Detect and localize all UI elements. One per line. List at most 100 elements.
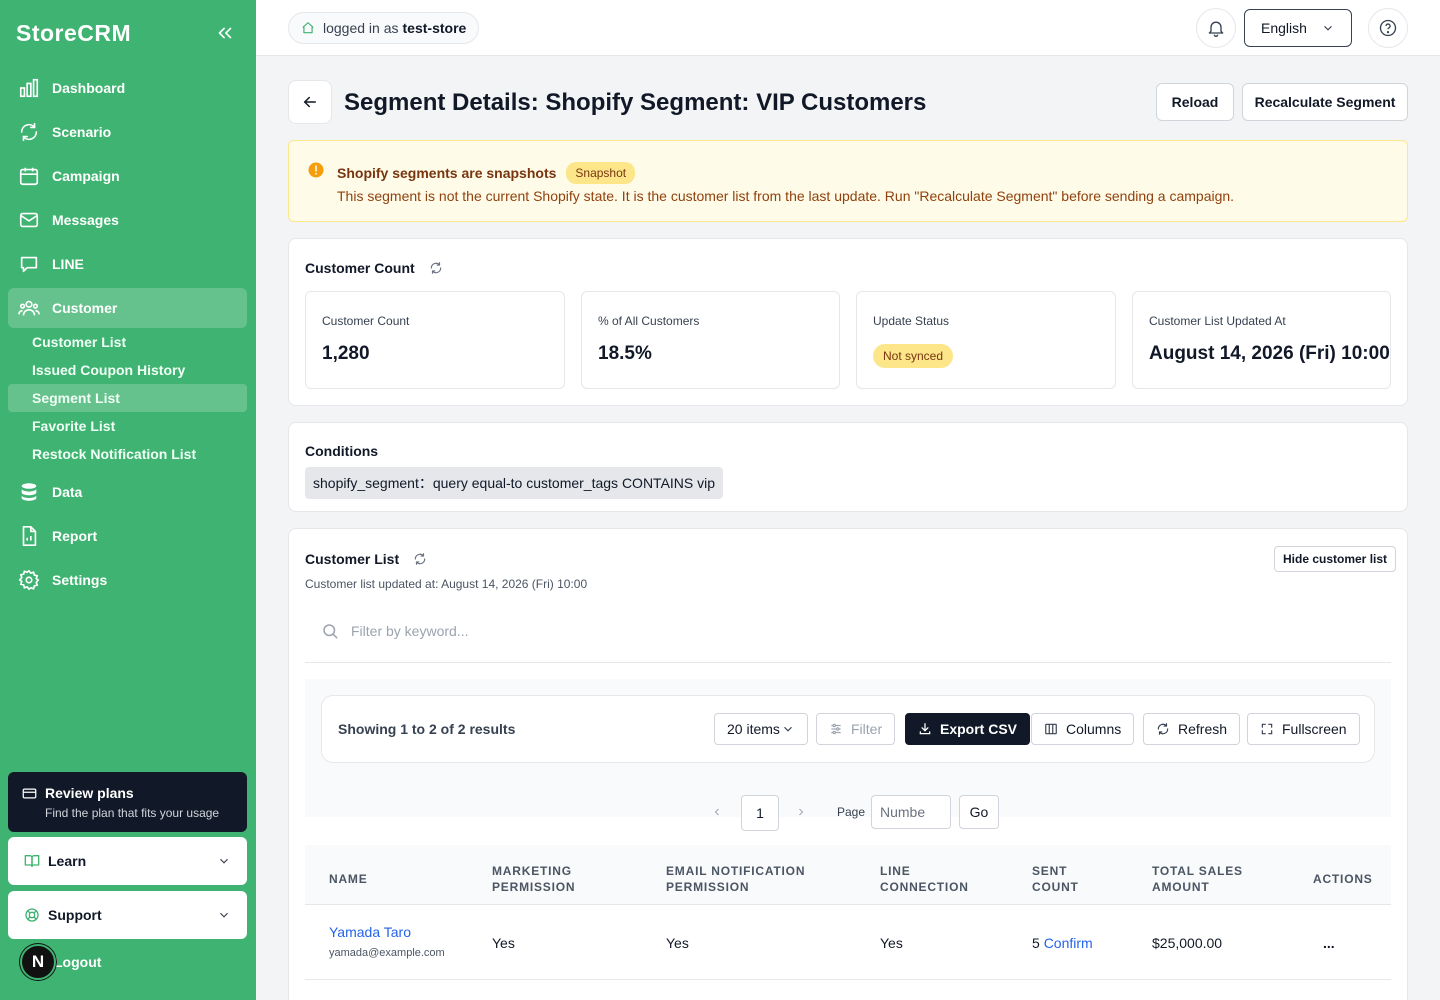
help-button[interactable] xyxy=(1368,8,1408,48)
support-accordion[interactable]: Support xyxy=(8,891,247,939)
card-title: Customer List xyxy=(305,551,400,567)
header-line: MARKETING xyxy=(492,864,572,878)
header-line: SENT xyxy=(1032,864,1068,878)
mail-icon xyxy=(18,209,40,231)
export-csv-label: Export CSV xyxy=(940,721,1018,737)
sent-count-confirm-link[interactable]: Confirm xyxy=(1044,935,1093,951)
sidebar-item-messages[interactable]: Messages xyxy=(8,200,247,240)
file-chart-icon xyxy=(18,525,40,547)
learn-accordion[interactable]: Learn xyxy=(8,837,247,885)
chevron-right-icon xyxy=(799,808,804,816)
info-icon xyxy=(307,161,325,182)
column-header-actions: ACTIONS xyxy=(1313,872,1373,886)
chevron-down-icon xyxy=(217,908,231,922)
sidebar-item-label: Report xyxy=(52,528,98,544)
sidebar-item-campaign[interactable]: Campaign xyxy=(8,156,247,196)
top-bar: logged in as test-store English xyxy=(256,0,1440,56)
sidebar-item-scenario[interactable]: Scenario xyxy=(8,112,247,152)
next-page-button[interactable] xyxy=(795,795,807,829)
refresh-button[interactable]: Refresh xyxy=(1143,713,1241,745)
stat-label: Customer List Updated At xyxy=(1149,314,1286,328)
page-size-select[interactable]: 20 items xyxy=(714,713,808,745)
sidebar-item-label: LINE xyxy=(52,256,84,272)
refresh-icon[interactable] xyxy=(429,261,443,275)
page-number-current[interactable]: 1 xyxy=(741,795,779,831)
card-title: Conditions xyxy=(305,443,379,459)
reload-button[interactable]: Reload xyxy=(1156,83,1234,121)
sidebar-item-label: Customer xyxy=(52,300,118,316)
collapse-sidebar-icon[interactable] xyxy=(214,22,236,44)
customer-name-link[interactable]: Yamada Taro xyxy=(329,924,411,940)
fullscreen-button[interactable]: Fullscreen xyxy=(1247,713,1360,745)
users-icon xyxy=(18,297,40,319)
filter-button[interactable]: Filter xyxy=(816,713,896,745)
go-button[interactable]: Go xyxy=(959,795,999,829)
page-number-input[interactable]: Numbe xyxy=(871,795,951,829)
sidebar-item-settings[interactable]: Settings xyxy=(8,560,247,600)
sidebar-subitem-customer-list[interactable]: Customer List xyxy=(8,328,247,356)
table-toolbar: Showing 1 to 2 of 2 results 20 items Fil… xyxy=(321,695,1375,763)
sidebar-item-data[interactable]: Data xyxy=(8,472,247,512)
bell-icon xyxy=(1208,21,1224,37)
notifications-button[interactable] xyxy=(1196,8,1236,48)
logout-label: Logout xyxy=(54,954,102,970)
help-circle-icon xyxy=(1379,19,1397,37)
sidebar-item-label: Dashboard xyxy=(52,80,126,96)
sidebar-item-label: Data xyxy=(52,484,83,500)
columns-icon xyxy=(1045,723,1057,735)
refresh-icon xyxy=(1157,723,1169,735)
stat-label: Update Status xyxy=(873,314,950,328)
brand-logo: StoreCRM xyxy=(16,20,132,46)
review-plans-card[interactable]: Review plans Find the plan that fits you… xyxy=(8,772,247,832)
refresh-label: Refresh xyxy=(1178,721,1228,737)
line-connection-value: Yes xyxy=(880,935,903,951)
repeat-icon xyxy=(18,121,40,143)
header-line: EMAIL NOTIFICATION xyxy=(666,864,806,878)
header-line: CONNECTION xyxy=(880,880,969,894)
sidebar-subitem-favorite-list[interactable]: Favorite List xyxy=(8,412,247,440)
sidebar-subitem-issued-coupon-history[interactable]: Issued Coupon History xyxy=(8,356,247,384)
column-header-line-connection: LINE CONNECTION xyxy=(880,863,969,895)
customer-email: yamada@example.com xyxy=(329,947,445,959)
marketing-permission-value: Yes xyxy=(492,935,515,951)
row-actions-button[interactable]: ... xyxy=(1323,935,1335,951)
total-sales-value: $25,000.00 xyxy=(1152,935,1223,951)
export-csv-button[interactable]: Export CSV xyxy=(905,713,1031,745)
header-line: TOTAL SALES xyxy=(1152,864,1243,878)
stat-customer-count: Customer Count 1,280 xyxy=(305,291,565,389)
learn-label: Learn xyxy=(48,853,87,869)
sidebar-item-line[interactable]: LINE xyxy=(8,244,247,284)
sidebar-subitem-restock-notification-list[interactable]: Restock Notification List xyxy=(8,440,247,468)
login-status-pill: logged in as test-store xyxy=(288,12,480,44)
sidebar-item-report[interactable]: Report xyxy=(8,516,247,556)
sidebar-item-customer[interactable]: Customer xyxy=(8,288,247,328)
stat-value: 1,280 xyxy=(322,343,370,364)
back-button[interactable] xyxy=(288,80,332,124)
recalculate-segment-button[interactable]: Recalculate Segment xyxy=(1242,83,1408,121)
review-plans-title: Review plans xyxy=(45,785,134,801)
gear-icon xyxy=(18,569,40,591)
results-count: Showing 1 to 2 of 2 results xyxy=(338,721,516,737)
calendar-icon xyxy=(18,165,40,187)
home-icon xyxy=(302,22,314,34)
stat-label: Customer Count xyxy=(322,314,410,328)
hide-customer-list-button[interactable]: Hide customer list xyxy=(1274,546,1397,572)
stat-update-status: Update Status Not synced xyxy=(856,291,1116,389)
sidebar-item-dashboard[interactable]: Dashboard xyxy=(8,68,247,108)
columns-button[interactable]: Columns xyxy=(1031,713,1135,745)
search-icon xyxy=(323,623,338,638)
header-line: PERMISSION xyxy=(666,880,750,894)
logout-button[interactable]: N Logout xyxy=(20,944,101,980)
fullscreen-label: Fullscreen xyxy=(1282,721,1347,737)
refresh-icon[interactable] xyxy=(413,552,427,566)
filter-label: Filter xyxy=(851,721,883,737)
chevron-down-icon xyxy=(1321,21,1335,35)
sidebar-subitem-segment-list[interactable]: Segment List xyxy=(8,384,247,412)
stat-value: 18.5% xyxy=(598,343,652,364)
stat-percent-customers: % of All Customers 18.5% xyxy=(581,291,840,389)
prev-page-button[interactable] xyxy=(711,795,723,829)
sliders-icon xyxy=(831,723,841,735)
search-input[interactable]: Filter by keyword... xyxy=(305,599,1391,663)
language-select[interactable]: English xyxy=(1244,9,1352,47)
sidebar-item-label: Scenario xyxy=(52,124,112,140)
